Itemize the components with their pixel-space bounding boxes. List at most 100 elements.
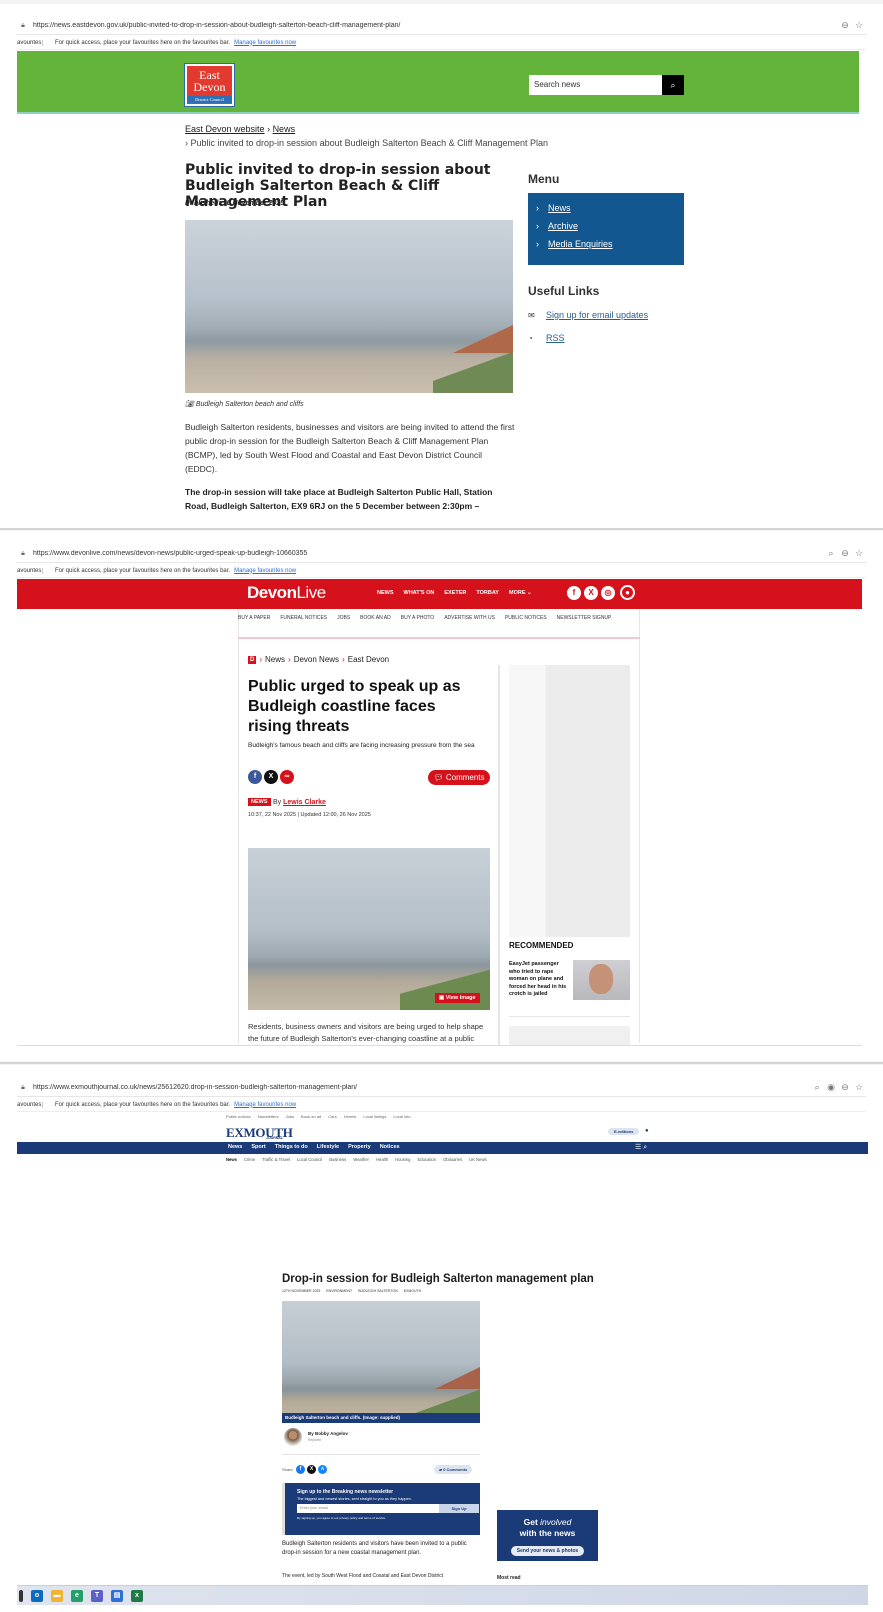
facebook-icon[interactable]: f [296, 1465, 305, 1474]
zoom-icon[interactable]: ⌕ [810, 1082, 824, 1093]
article-image[interactable] [185, 220, 513, 393]
top-link[interactable]: Newsletters [258, 1114, 279, 1119]
menu-item-archive[interactable]: › Archive [536, 217, 684, 235]
facebook-icon[interactable]: f [567, 586, 581, 600]
menu-item-news[interactable]: › News [536, 199, 684, 217]
menu-search-icons[interactable]: ☰ ⌕ [635, 1143, 647, 1152]
subnav-item[interactable]: Obituaries [443, 1157, 462, 1162]
breadcrumb-east-devon[interactable]: East Devon [348, 655, 389, 664]
teams-icon[interactable]: T [91, 1589, 103, 1602]
manage-favourites-link[interactable]: Manage favourites now [234, 1102, 296, 1108]
subnav-item[interactable]: PUBLIC NOTICES [505, 615, 547, 621]
useful-link-rss[interactable]: ◔ RSS [528, 333, 565, 343]
top-link[interactable]: Local listings [363, 1114, 386, 1119]
favourite-star-icon[interactable]: ☆ [852, 1082, 866, 1093]
nav-news[interactable]: News [228, 1144, 242, 1150]
tracking-icon[interactable]: ◉ [824, 1082, 838, 1093]
address-bar[interactable]: 🔒︎ https://news.eastdevon.gov.uk/public-… [17, 17, 866, 35]
breadcrumb-news[interactable]: News [273, 124, 296, 134]
nav-sport[interactable]: Sport [251, 1144, 265, 1150]
top-link[interactable]: Local info [393, 1114, 410, 1119]
subnav-item[interactable]: Education [417, 1157, 436, 1162]
top-link[interactable]: Public notices [226, 1114, 251, 1119]
nav-more[interactable]: MORE ⌄ [509, 590, 532, 596]
subnav-item[interactable]: Weather [353, 1157, 369, 1162]
file-explorer-icon[interactable]: ▬ [51, 1589, 63, 1602]
breadcrumb-news[interactable]: News [265, 655, 285, 664]
recommended-image[interactable] [573, 960, 630, 1000]
nav-exeter[interactable]: EXETER [444, 590, 466, 596]
favourite-star-icon[interactable]: ☆ [852, 548, 866, 559]
x-icon[interactable]: X [307, 1465, 316, 1474]
x-icon[interactable]: X [264, 770, 278, 784]
favourites-label[interactable]: avourites [17, 39, 43, 46]
comments-button[interactable]: 💬︎ Comments [428, 770, 490, 785]
nav-torbay[interactable]: TORBAY [476, 590, 499, 596]
author-name[interactable]: By Bobby Angelov [308, 1431, 348, 1436]
top-link[interactable]: Homes [344, 1114, 357, 1119]
article-image[interactable] [282, 1301, 480, 1423]
zoom-icon[interactable]: ⌕ [824, 548, 838, 559]
subnav-item[interactable]: Crime [244, 1157, 255, 1162]
x-icon[interactable]: X [584, 586, 598, 600]
author-link[interactable]: Lewis Clarke [283, 799, 326, 806]
e-editions-button[interactable]: E-editions [608, 1128, 640, 1135]
favourites-label[interactable]: avourites [17, 567, 43, 574]
top-link[interactable]: Jobs [286, 1114, 294, 1119]
subnav-item[interactable]: Health [376, 1157, 388, 1162]
url-text[interactable]: https://news.eastdevon.gov.uk/public-inv… [29, 22, 838, 29]
search-button[interactable]: ⌕ [662, 75, 684, 95]
tag-link[interactable]: Exmouth [404, 1289, 422, 1293]
bluesky-icon[interactable]: ʌ [318, 1465, 327, 1474]
newsletter-signup-button[interactable]: Sign Up [439, 1504, 479, 1513]
subnav-item[interactable]: UK News [469, 1157, 486, 1162]
top-link[interactable]: Book an ad [301, 1114, 321, 1119]
subnav-item[interactable]: JOBS [337, 615, 350, 621]
subnav-item[interactable]: News [226, 1157, 237, 1162]
user-icon[interactable]: ● [620, 585, 635, 600]
article-image[interactable] [248, 848, 490, 1010]
facebook-icon[interactable]: f [248, 770, 262, 784]
nav-things-to-do[interactable]: Things to do [275, 1144, 308, 1150]
zoom-out-icon[interactable]: ⊖ [838, 1082, 852, 1093]
favourites-label[interactable]: avourites [17, 1101, 43, 1108]
url-text[interactable]: https://www.devonlive.com/news/devon-new… [29, 550, 824, 557]
subnav-item[interactable]: NEWSLETTER SIGNUP [557, 615, 612, 621]
author-avatar[interactable] [284, 1428, 302, 1446]
breadcrumb-devon-news[interactable]: Devon News [294, 655, 339, 664]
subnav-item[interactable]: BUY A PAPER [238, 615, 270, 621]
devonlive-logo[interactable]: DevonLive [247, 583, 326, 603]
manage-favourites-link[interactable]: Manage favourites now [234, 568, 296, 574]
link-icon[interactable]: ∞ [280, 770, 294, 784]
top-link[interactable]: Cars [328, 1114, 336, 1119]
subnav-item[interactable]: BUY A PHOTO [401, 615, 434, 621]
useful-link-email[interactable]: ✉ Sign up for email updates [528, 310, 648, 320]
nav-property[interactable]: Property [348, 1144, 371, 1150]
menu-item-media-enquiries[interactable]: › Media Enquiries [536, 235, 684, 253]
nav-notices[interactable]: Notices [380, 1144, 400, 1150]
nav-lifestyle[interactable]: Lifestyle [317, 1144, 339, 1150]
user-icon[interactable]: ● [645, 1128, 649, 1134]
subnav-item[interactable]: Traffic & Travel [262, 1157, 290, 1162]
east-devon-logo[interactable]: East Devon District Council [184, 63, 235, 107]
manage-favourites-link[interactable]: Manage favourites now [234, 40, 296, 46]
subnav-item[interactable]: BOOK AN AD [360, 615, 391, 621]
tag-link[interactable]: Environment [326, 1289, 352, 1293]
edge-icon[interactable]: e [71, 1589, 83, 1602]
nav-news[interactable]: NEWS [377, 590, 394, 596]
nav-whats-on[interactable]: WHAT'S ON [404, 590, 435, 596]
subnav-item[interactable]: Housing [395, 1157, 410, 1162]
instagram-icon[interactable]: ◎ [601, 586, 615, 600]
outlook-icon[interactable]: o [31, 1589, 43, 1602]
comments-count-button[interactable]: ▰ 0 Comments [434, 1465, 473, 1474]
subnav-item[interactable]: ADVERTISE WITH US [444, 615, 495, 621]
url-text[interactable]: https://www.exmouthjournal.co.uk/news/25… [29, 1084, 810, 1091]
view-image-button[interactable]: ▣ View Image [435, 993, 480, 1003]
newsletter-email-input[interactable]: Enter your email [297, 1504, 439, 1513]
breadcrumb-home[interactable]: East Devon website [185, 124, 265, 134]
subnav-item[interactable]: Local Council [297, 1157, 322, 1162]
subnav-item[interactable]: Business [329, 1157, 346, 1162]
favourite-star-icon[interactable]: ☆ [852, 20, 866, 31]
zoom-out-icon[interactable]: ⊖ [838, 548, 852, 559]
excel-icon[interactable]: x [131, 1589, 143, 1602]
